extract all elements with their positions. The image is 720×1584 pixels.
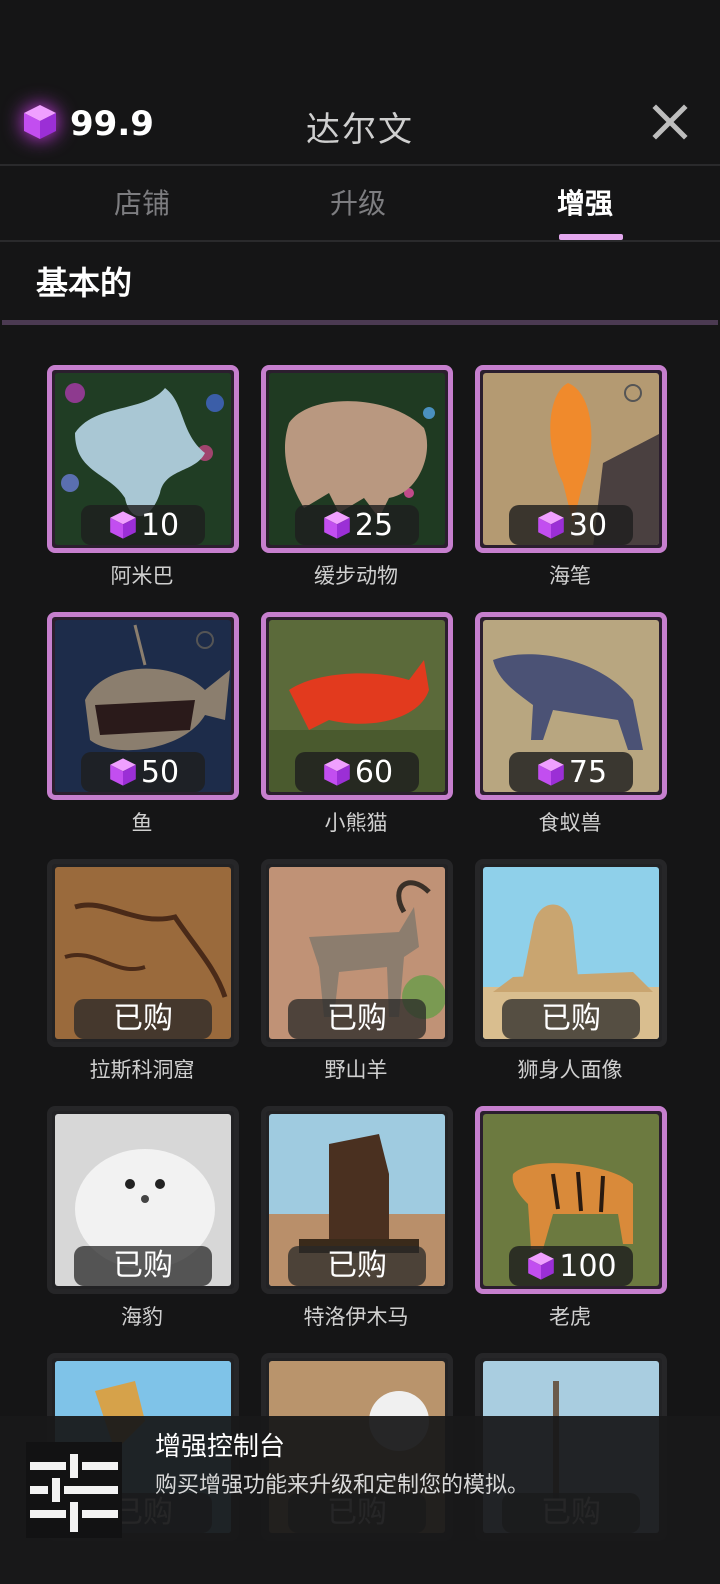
item-name: 野山羊 [324,1058,388,1082]
item-name: 缓步动物 [314,564,398,588]
item-card-red-panda[interactable]: 60 [261,612,453,800]
item-card-anteater[interactable]: 75 [475,612,667,800]
gem-icon [321,756,353,788]
item-card-seal[interactable]: 已购 [47,1106,239,1294]
price-tag: 30 [509,505,633,545]
purchased-badge: 已购 [74,999,212,1039]
item-name: 拉斯科洞窟 [89,1058,195,1082]
item-name: 鱼 [131,811,153,835]
price-tag: 75 [509,752,633,792]
top-bar: 99.9 达尔文 [0,90,720,160]
item-card-tardigrade[interactable]: 25 [261,365,453,553]
info-banner[interactable]: 增强控制台 购买增强功能来升级和定制您的模拟。 [0,1416,720,1584]
price-tag: 50 [81,752,205,792]
item-name: 特洛伊木马 [303,1305,409,1329]
purchased-badge: 已购 [74,1246,212,1286]
item-card-tiger[interactable]: 100 [475,1106,667,1294]
item-name: 老虎 [549,1305,591,1329]
item-card-sphinx[interactable]: 已购 [475,859,667,1047]
banner-description: 购买增强功能来升级和定制您的模拟。 [155,1473,530,1498]
tab-shop[interactable]: 店铺 [22,168,262,240]
price-tag: 60 [295,752,419,792]
item-name: 小熊猫 [324,811,388,835]
item-name: 阿米巴 [110,564,174,588]
item-name: 食蚁兽 [538,811,602,835]
gem-icon [107,509,139,541]
banner-title: 增强控制台 [155,1432,286,1462]
tabs-divider [0,240,720,242]
price-tag: 25 [295,505,419,545]
page-title: 达尔文 [306,110,414,150]
tab-enhance[interactable]: 增强 [465,168,705,240]
item-card-trojan-horse[interactable]: 已购 [261,1106,453,1294]
purchased-badge: 已购 [502,999,640,1039]
section-title: 基本的 [36,264,133,302]
item-card-ibex[interactable]: 已购 [261,859,453,1047]
gem-icon [321,509,353,541]
price-tag: 10 [81,505,205,545]
header-divider [0,164,720,166]
item-name: 海豹 [121,1305,163,1329]
gem-icon [535,756,567,788]
item-card-amoeba[interactable]: 10 [47,365,239,553]
item-card-lascaux-cave[interactable]: 已购 [47,859,239,1047]
close-icon[interactable] [648,100,692,144]
purchased-badge: 已购 [288,999,426,1039]
gem-icon [535,509,567,541]
item-card-fish[interactable]: 50 [47,612,239,800]
tab-bar: 店铺 升级 增强 [0,168,720,240]
purchased-badge: 已购 [288,1246,426,1286]
item-card-sea-pen[interactable]: 30 [475,365,667,553]
item-name: 海笔 [549,564,591,588]
item-name: 狮身人面像 [517,1058,623,1082]
price-tag: 100 [509,1246,633,1286]
sliders-icon [26,1442,122,1538]
gem-icon [525,1250,557,1282]
tab-upgrade[interactable]: 升级 [238,168,478,240]
section-divider [2,320,718,325]
gem-icon [107,756,139,788]
